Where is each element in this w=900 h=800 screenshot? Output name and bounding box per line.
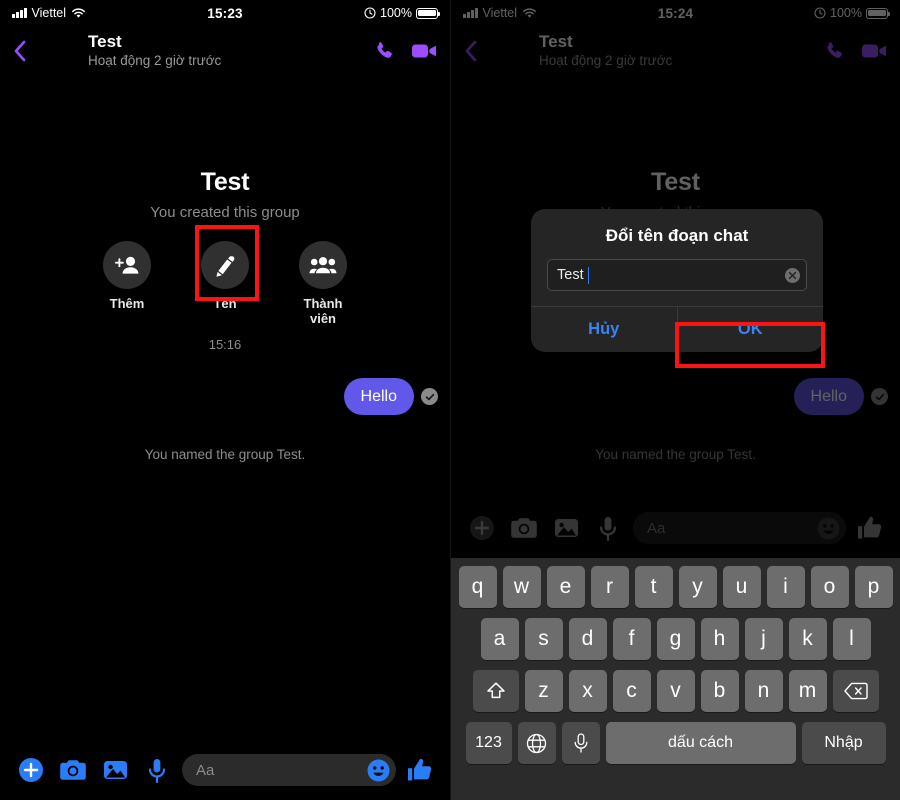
left-phone-panel: Viettel 15:23 100% Test Hoạt động 2 giờ … xyxy=(0,0,450,800)
key-l[interactable]: l xyxy=(832,618,871,660)
onscreen-keyboard: qwertyuiop asdfghjkl zxcvbnm 123 dấu các… xyxy=(451,558,900,800)
shift-key[interactable] xyxy=(472,670,519,712)
message-thread: Test You created this group Thêm Tên xyxy=(0,76,450,462)
screenshot-stage: Viettel 15:23 100% Test Hoạt động 2 giờ … xyxy=(0,0,900,800)
group-avatar-girl xyxy=(163,90,225,152)
dialog-actions: Hủy OK xyxy=(531,306,823,352)
conversation-subtitle: Hoạt động 2 giờ trước xyxy=(88,53,222,68)
group-description: You created this group xyxy=(150,204,300,221)
dialog-field-wrapper: Test xyxy=(531,259,823,306)
keyboard-row-4: 123 dấu cách Nhập xyxy=(454,722,897,764)
alarm-clock-icon xyxy=(364,7,376,19)
add-person-icon xyxy=(103,241,151,289)
status-bar-right: 100% xyxy=(364,6,441,20)
header-actions xyxy=(373,39,438,63)
video-camera-icon[interactable] xyxy=(411,41,438,61)
key-c[interactable]: c xyxy=(612,670,651,712)
group-intro: Test You created this group Thêm Tên xyxy=(0,76,450,352)
seen-check-icon xyxy=(421,388,438,406)
battery-full-icon xyxy=(416,7,441,19)
key-m[interactable]: m xyxy=(788,670,827,712)
avatar-primary xyxy=(39,42,67,70)
key-e[interactable]: e xyxy=(546,566,585,608)
message-composer: Aa xyxy=(0,748,450,792)
key-d[interactable]: d xyxy=(568,618,607,660)
keyboard-row-3: zxcvbnm xyxy=(454,670,897,712)
keyboard-row-2: asdfghjkl xyxy=(454,618,897,660)
group-action-row: Thêm Tên Thành viên xyxy=(0,241,450,326)
ok-button[interactable]: OK xyxy=(676,307,824,352)
action-members[interactable]: Thành viên xyxy=(291,241,355,326)
enter-key[interactable]: Nhập xyxy=(801,722,886,764)
message-input-field[interactable]: Aa xyxy=(182,754,396,786)
action-add-member[interactable]: Thêm xyxy=(95,241,159,326)
key-y[interactable]: y xyxy=(678,566,717,608)
action-rename[interactable]: Tên xyxy=(193,241,257,326)
key-i[interactable]: i xyxy=(766,566,805,608)
message-bubble[interactable]: Hello xyxy=(343,378,414,416)
right-phone-panel: Viettel 15:24 100% xyxy=(450,0,900,800)
conversation-header: Test Hoạt động 2 giờ trước xyxy=(0,26,450,76)
key-x[interactable]: x xyxy=(568,670,607,712)
battery-percent-label: 100% xyxy=(380,6,412,20)
action-label: Thêm xyxy=(109,296,145,311)
key-r[interactable]: r xyxy=(590,566,629,608)
action-label: Tên xyxy=(213,296,237,311)
plus-circle-icon[interactable] xyxy=(10,757,52,783)
phone-call-icon[interactable] xyxy=(373,39,397,63)
key-v[interactable]: v xyxy=(656,670,695,712)
chat-name-value: Test xyxy=(557,267,584,283)
message-input-placeholder: Aa xyxy=(196,761,215,779)
key-o[interactable]: o xyxy=(810,566,849,608)
key-a[interactable]: a xyxy=(480,618,519,660)
backspace-key[interactable] xyxy=(832,670,879,712)
members-group-icon xyxy=(299,241,347,289)
text-caret xyxy=(587,266,590,284)
chat-name-input[interactable]: Test xyxy=(547,259,807,291)
group-name: Test xyxy=(200,168,250,196)
pencil-edit-icon xyxy=(201,241,249,289)
space-key[interactable]: dấu cách xyxy=(605,722,796,764)
key-b[interactable]: b xyxy=(700,670,739,712)
key-s[interactable]: s xyxy=(524,618,563,660)
cancel-button[interactable]: Hủy xyxy=(531,307,677,352)
dictation-mic-key[interactable] xyxy=(561,722,600,764)
action-label: Thành viên xyxy=(303,296,343,326)
system-message: You named the group Test. xyxy=(144,447,306,463)
globe-language-icon[interactable] xyxy=(517,722,556,764)
message-row-outgoing: Hello xyxy=(0,378,450,416)
clear-text-icon[interactable] xyxy=(785,267,800,283)
key-p[interactable]: p xyxy=(854,566,893,608)
header-text-block[interactable]: Test Hoạt động 2 giờ trước xyxy=(88,32,358,69)
dialog-title: Đổi tên đoạn chat xyxy=(605,226,749,245)
microphone-icon[interactable] xyxy=(136,758,178,783)
camera-icon[interactable] xyxy=(52,759,94,781)
key-f[interactable]: f xyxy=(612,618,651,660)
group-avatar-stack xyxy=(155,90,295,152)
key-u[interactable]: u xyxy=(722,566,761,608)
message-timestamp: 15:16 xyxy=(208,337,242,352)
numbers-key[interactable]: 123 xyxy=(465,722,512,764)
emoji-smiley-icon[interactable] xyxy=(367,759,390,782)
keyboard-row-1: qwertyuiop xyxy=(454,566,897,608)
key-t[interactable]: t xyxy=(634,566,673,608)
status-bar: Viettel 15:23 100% xyxy=(0,0,450,26)
thumbs-up-icon[interactable] xyxy=(400,757,440,783)
photo-gallery-icon[interactable] xyxy=(94,759,136,781)
conversation-title: Test xyxy=(88,32,122,52)
key-k[interactable]: k xyxy=(788,618,827,660)
key-n[interactable]: n xyxy=(744,670,783,712)
back-chevron-icon[interactable] xyxy=(12,37,28,65)
key-w[interactable]: w xyxy=(502,566,541,608)
header-avatar-stack[interactable] xyxy=(37,32,79,70)
key-g[interactable]: g xyxy=(656,618,695,660)
key-z[interactable]: z xyxy=(524,670,563,712)
key-h[interactable]: h xyxy=(700,618,739,660)
rename-chat-dialog: Đổi tên đoạn chat Test Hủy OK xyxy=(531,209,823,352)
key-q[interactable]: q xyxy=(458,566,497,608)
key-j[interactable]: j xyxy=(744,618,783,660)
